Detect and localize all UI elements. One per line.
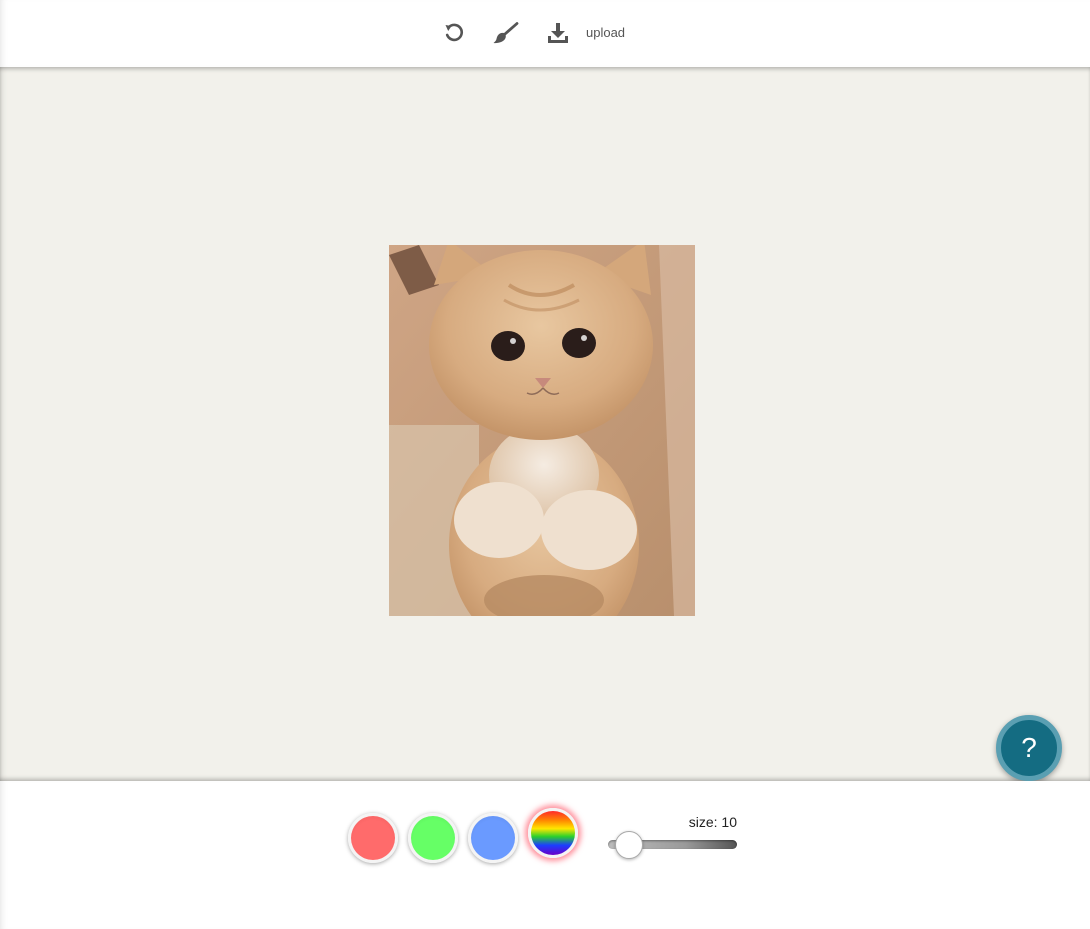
kitten-photo [389, 245, 695, 616]
swatch-fill [411, 816, 455, 860]
download-icon [546, 21, 570, 45]
color-swatch-blue[interactable] [468, 813, 518, 863]
bottom-controls: size: 10 [0, 781, 1090, 929]
brush-button[interactable] [488, 19, 524, 47]
color-swatch-red[interactable] [348, 813, 398, 863]
download-button[interactable] [540, 19, 576, 47]
size-slider-thumb[interactable] [615, 831, 643, 859]
help-button[interactable]: ? [996, 715, 1062, 781]
color-swatch-green[interactable] [408, 813, 458, 863]
top-toolbar: upload [0, 0, 1090, 67]
help-label: ? [1021, 732, 1037, 763]
swatch-fill [531, 811, 575, 855]
color-swatch-rainbow[interactable] [528, 808, 578, 858]
brush-icon [492, 21, 520, 45]
size-label: size: 10 [688, 814, 737, 830]
swatch-fill [471, 816, 515, 860]
undo-icon [443, 22, 465, 44]
drawing-canvas[interactable]: ? [0, 67, 1090, 781]
tool-group: upload [436, 19, 625, 47]
undo-button[interactable] [436, 19, 472, 47]
upload-button[interactable]: upload [586, 19, 625, 47]
swatch-fill [351, 816, 395, 860]
